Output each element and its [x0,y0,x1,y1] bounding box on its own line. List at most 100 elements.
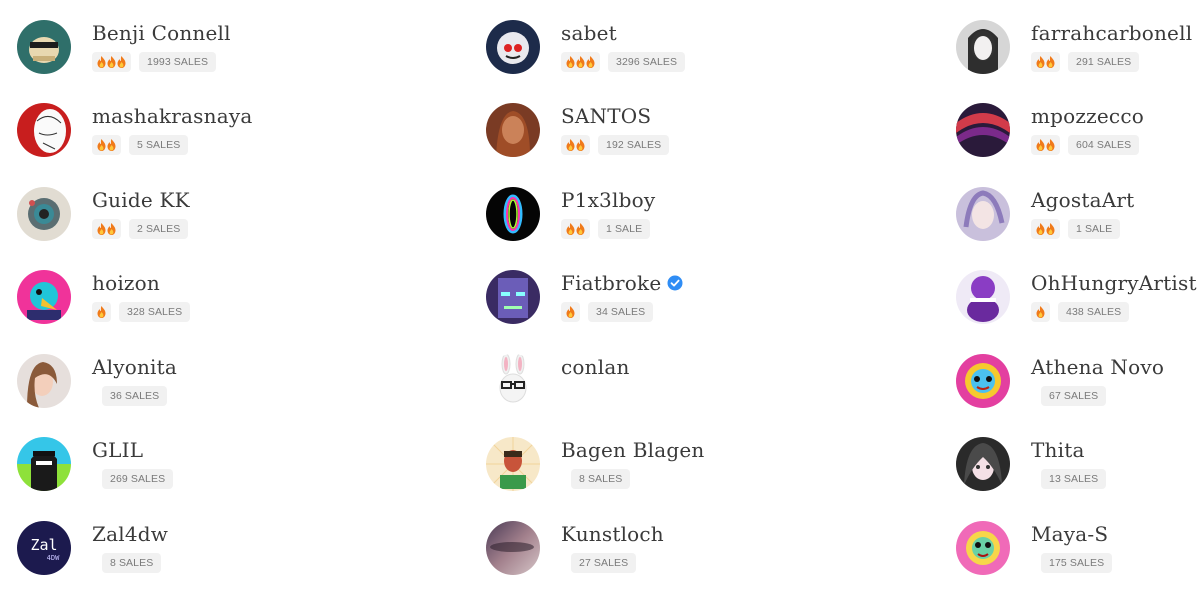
artist-grid: Benji Connell 1993 SALES sabet 3296 SALES fa… [0,0,1200,596]
flame-icon [566,56,575,68]
sales-count-badge: 269 SALES [102,469,174,489]
avatar-psychedelic[interactable] [956,521,1010,575]
sales-count-badge: 3296 SALES [608,52,686,72]
artist-name[interactable]: sabet [561,21,617,45]
flame-icon [107,56,116,68]
artist-card[interactable]: AgostaArt 1 SALE [956,187,1200,257]
artist-card[interactable]: Thita 13 SALES [956,437,1200,507]
flame-icon [1036,223,1045,235]
avatar-waves[interactable] [956,103,1010,157]
avatar-woman-photo[interactable] [486,103,540,157]
avatar-purple-figure[interactable] [956,270,1010,324]
svg-text:4DW: 4DW [47,554,60,562]
avatar-rainbow-face[interactable] [956,354,1010,408]
artist-name[interactable]: SANTOS [561,104,651,128]
flame-icon [1036,306,1045,318]
artist-name[interactable]: mashakrasnaya [92,104,252,128]
artist-name[interactable]: GLIL [92,438,143,462]
artist-name-text: GLIL [92,438,144,462]
artist-card[interactable]: Kunstloch 27 SALES [486,521,816,591]
avatar-cartoon-man[interactable] [486,437,540,491]
artist-card[interactable]: GLIL 269 SALES [17,437,347,507]
artist-name-text: Athena Novo [1031,355,1165,379]
artist-name-text: mpozzecco [1031,104,1144,128]
flame-rating [92,386,94,406]
avatar-colorful-bird[interactable] [17,270,71,324]
artist-card[interactable]: mpozzecco 604 SALES [956,103,1200,173]
artist-card[interactable]: Benji Connell 1993 SALES [17,20,347,90]
flame-icon [97,139,106,151]
artist-name[interactable]: OhHungryArtist [1031,271,1197,295]
artist-stats: 67 SALES [1031,386,1107,406]
avatar-teal[interactable] [17,20,71,74]
artist-name[interactable]: Guide KK [92,188,190,212]
artist-stats: 5 SALES [92,135,189,155]
artist-card[interactable]: Bagen Blagen 8 SALES [486,437,816,507]
flame-icon [576,139,585,151]
artist-name[interactable]: Kunstloch [561,522,664,546]
artist-card[interactable]: conlan [486,354,816,424]
artist-name-text: AgostaArt [1031,188,1135,212]
artist-stats: 2 SALES [92,219,189,239]
sales-count-badge: 175 SALES [1041,553,1113,573]
avatar-eye[interactable] [17,187,71,241]
artist-name[interactable]: Zal4dw [92,522,168,546]
avatar-red-sketch[interactable] [17,103,71,157]
artist-card[interactable]: hoizon 328 SALES [17,270,347,340]
artist-name[interactable]: P1x3lboy [561,188,655,212]
artist-card[interactable]: Fiatbroke 34 SALES [486,270,816,340]
avatar-pastel-portrait[interactable] [956,187,1010,241]
artist-name[interactable]: hoizon [92,271,160,295]
flame-icon [566,306,575,318]
artist-card[interactable]: mashakrasnaya 5 SALES [17,103,347,173]
artist-name[interactable]: mpozzecco [1031,104,1144,128]
artist-stats: 291 SALES [1031,52,1140,72]
flame-icon [107,139,116,151]
artist-card[interactable]: P1x3lboy 1 SALE [486,187,816,257]
artist-name[interactable]: Maya-S [1031,522,1108,546]
artist-card[interactable]: SANTOS 192 SALES [486,103,816,173]
avatar-bw-portrait[interactable] [956,20,1010,74]
avatar-zal-logo[interactable]: Zal 4DW [17,521,71,575]
artist-name[interactable]: Alyonita [92,355,177,379]
artist-name[interactable]: farrahcarbonell [1031,21,1192,45]
avatar-cyber-face[interactable] [486,270,540,324]
sales-count-badge: 27 SALES [571,553,637,573]
artist-name[interactable]: Athena Novo [1031,355,1164,379]
sales-count-badge: 1993 SALES [139,52,217,72]
avatar-blurred-abstract[interactable] [486,521,540,575]
artist-name-text: hoizon [92,271,160,295]
artist-card[interactable]: OhHungryArtist 438 SALES [956,270,1200,340]
sales-count-badge: 8 SALES [102,553,162,573]
flame-rating [561,386,563,406]
artist-name-text: SANTOS [561,104,652,128]
flame-rating [1031,553,1033,573]
artist-name[interactable]: Bagen Blagen [561,438,704,462]
flame-rating [92,52,131,72]
artist-name[interactable]: Benji Connell [92,21,231,45]
artist-card[interactable]: Athena Novo 67 SALES [956,354,1200,424]
artist-name-text: mashakrasnaya [92,104,253,128]
artist-card[interactable]: sabet 3296 SALES [486,20,816,90]
avatar-bunny[interactable] [486,354,540,408]
artist-card[interactable]: farrahcarbonell 291 SALES [956,20,1200,90]
artist-card[interactable]: Alyonita 36 SALES [17,354,347,424]
flame-rating [1031,302,1050,322]
sales-count-badge: 192 SALES [598,135,670,155]
sales-count-badge: 2 SALES [129,219,189,239]
artist-name[interactable]: AgostaArt [1031,188,1134,212]
artist-card[interactable]: Zal 4DW Zal4dw 8 SALES [17,521,347,591]
avatar-dark-doll[interactable] [956,437,1010,491]
flame-rating [561,469,563,489]
avatar-astronaut[interactable] [486,20,540,74]
artist-name[interactable]: conlan [561,355,630,379]
artist-card[interactable]: Maya-S 175 SALES [956,521,1200,591]
flame-icon [97,306,106,318]
artist-name[interactable]: Thita [1031,438,1085,462]
artist-card[interactable]: Guide KK 2 SALES [17,187,347,257]
avatar-neon-ring[interactable] [486,187,540,241]
artist-name-text: Bagen Blagen [561,438,705,462]
avatar-hooded-figure[interactable] [17,437,71,491]
artist-name[interactable]: Fiatbroke [561,271,683,295]
avatar-woman-selfie[interactable] [17,354,71,408]
